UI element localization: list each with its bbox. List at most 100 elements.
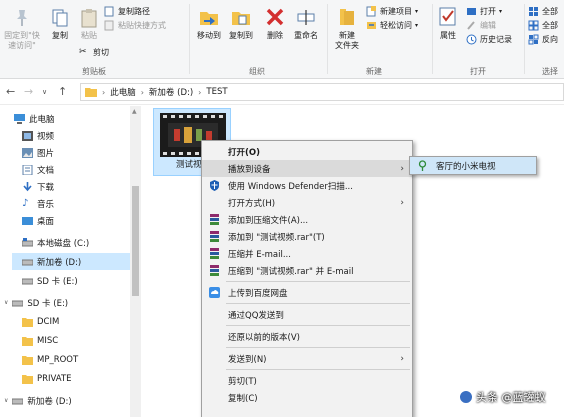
nav-item-documents[interactable]: 文档	[22, 161, 54, 178]
nav-item-label: 视频	[37, 131, 55, 142]
menu-item-cast-to-device[interactable]: 播放到设备 ›	[202, 160, 412, 177]
move-to-label: 移动到	[197, 31, 221, 40]
menu-item-send-to[interactable]: 发送到(N) ›	[202, 350, 412, 367]
nav-item-drive-c[interactable]: 本地磁盘 (C:)	[22, 234, 89, 251]
watermark-text: 头条 @蓝罐蚁	[476, 391, 546, 404]
document-icon	[22, 164, 33, 175]
breadcrumb-test[interactable]: TEST	[206, 87, 227, 97]
select-none-label: 全部	[542, 21, 558, 30]
properties-check-icon	[439, 7, 456, 26]
menu-item-restore-previous[interactable]: 还原以前的版本(V)	[202, 328, 412, 345]
folder-icon	[85, 88, 97, 97]
address-row: ← → ∨ ↑ › 此电脑 › 新加卷 (D:) › TEST	[0, 79, 564, 105]
menu-item-upload-baidu[interactable]: 上传到百度网盘	[202, 284, 412, 301]
delete-label: 删除	[267, 31, 283, 40]
nav-item-drive-d[interactable]: 新加卷 (D:)	[12, 253, 130, 270]
menu-item-add-to-rar[interactable]: 添加到 "测试视频.rar"(T)	[202, 228, 412, 245]
nav-item-label: MISC	[37, 335, 59, 346]
copy-button[interactable]: 复制	[48, 8, 72, 41]
submenu-item-living-room-tv[interactable]: 客厅的小米电视	[410, 157, 536, 174]
scissors-icon: ✂	[79, 47, 87, 57]
delete-button[interactable]: 删除	[262, 6, 288, 41]
nav-scrollbar[interactable]: ▲	[130, 106, 141, 417]
winrar-icon	[210, 248, 219, 259]
copy-to-label: 复制到	[229, 31, 253, 40]
menu-item-cut[interactable]: 剪切(T)	[202, 372, 412, 389]
nav-item-label: MP_ROOT	[37, 354, 79, 365]
nav-item-downloads[interactable]: 下载	[22, 178, 54, 195]
pin-label: 固定到"快 速访问"	[4, 31, 40, 50]
rename-icon	[297, 10, 315, 25]
address-bar[interactable]: › 此电脑 › 新加卷 (D:) › TEST	[80, 83, 564, 101]
copy-path-button[interactable]: 复制路径	[104, 6, 150, 17]
paste-button[interactable]: 粘贴	[76, 8, 102, 41]
copy-path-label: 复制路径	[118, 7, 150, 16]
invert-selection-button[interactable]: 反向	[528, 34, 558, 45]
nav-item-pictures[interactable]: 图片	[22, 144, 54, 161]
properties-button[interactable]: 属性	[436, 6, 460, 41]
menu-item-copy[interactable]: 复制(C)	[202, 389, 412, 406]
copy-path-icon	[104, 6, 114, 17]
drive-icon	[12, 398, 24, 404]
nav-item-label: 文档	[37, 165, 55, 176]
nav-item-videos[interactable]: 视频	[22, 127, 54, 144]
properties-label: 属性	[440, 31, 456, 40]
nav-item-desktop[interactable]: 桌面	[22, 212, 54, 229]
nav-item-sd-card-expanded[interactable]: ∨ SD 卡 (E:)	[4, 294, 68, 311]
scroll-up-icon[interactable]: ▲	[132, 108, 137, 115]
nav-item-drive-d-expanded[interactable]: ∨ 新加卷 (D:)	[4, 392, 72, 409]
menu-item-compress-email[interactable]: 压缩并 E-mail...	[202, 245, 412, 262]
nav-item-mp-root[interactable]: MP_ROOT	[22, 351, 78, 368]
nav-item-dcim[interactable]: DCIM	[22, 313, 59, 330]
paste-label: 粘贴	[81, 31, 97, 40]
edit-button[interactable]: 编辑	[466, 20, 496, 31]
menu-item-label: 通过QQ发送到	[228, 310, 284, 321]
paste-shortcut-label: 粘贴快捷方式	[118, 21, 166, 30]
open-button[interactable]: 打开 ▾	[466, 6, 502, 17]
history-button[interactable]: 历史记录	[466, 34, 512, 45]
menu-item-label: 使用 Windows Defender扫描...	[228, 181, 353, 192]
menu-item-defender-scan[interactable]: 使用 Windows Defender扫描...	[202, 177, 412, 194]
nav-item-misc[interactable]: MISC	[22, 332, 58, 349]
select-none-button[interactable]: 全部	[528, 20, 558, 31]
rename-button[interactable]: 重命名	[290, 6, 322, 41]
nav-item-this-pc[interactable]: 此电脑	[14, 110, 55, 127]
menu-item-add-to-archive[interactable]: 添加到压缩文件(A)...	[202, 211, 412, 228]
new-folder-button[interactable]: 新建 文件夹	[330, 6, 364, 51]
menu-separator	[226, 303, 410, 304]
nav-item-sd-card[interactable]: SD 卡 (E:)	[22, 272, 78, 289]
select-all-button[interactable]: 全部	[528, 6, 558, 17]
move-folder-icon	[200, 12, 218, 25]
copy-to-button[interactable]: 复制到	[226, 6, 256, 41]
scrollbar-thumb[interactable]	[132, 186, 139, 296]
pin-to-quick-access-button[interactable]: 固定到"快 速访问"	[4, 8, 40, 51]
menu-item-send-via-qq[interactable]: 通过QQ发送到	[202, 306, 412, 323]
breadcrumb-drive-d[interactable]: 新加卷 (D:)	[149, 86, 193, 98]
menu-separator	[226, 369, 410, 370]
paste-shortcut-button[interactable]: 粘贴快捷方式	[104, 20, 166, 31]
menu-item-open-with[interactable]: 打开方式(H) ›	[202, 194, 412, 211]
history-icon	[466, 34, 477, 45]
context-menu: 打开(O) 播放到设备 › 使用 Windows Defender扫描... 打…	[201, 140, 413, 417]
forward-arrow-icon[interactable]: →	[24, 85, 33, 98]
history-label: 历史记录	[480, 35, 512, 44]
nav-item-private[interactable]: PRIVATE	[22, 370, 72, 387]
desktop-icon	[22, 216, 33, 225]
easy-access-button[interactable]: 轻松访问 ▾	[366, 20, 418, 31]
up-arrow-icon[interactable]: ↑	[58, 85, 67, 98]
menu-item-open[interactable]: 打开(O)	[202, 143, 412, 160]
recent-locations-chevron-icon[interactable]: ∨	[42, 88, 47, 96]
nav-item-music[interactable]: ♪ 音乐	[22, 195, 54, 212]
menu-separator	[226, 347, 410, 348]
move-to-button[interactable]: 移动到	[194, 6, 224, 41]
menu-item-label: 添加到 "测试视频.rar"(T)	[228, 232, 325, 243]
new-item-button[interactable]: 新建项目 ▾	[366, 6, 418, 17]
breadcrumb-this-pc[interactable]: 此电脑	[110, 86, 136, 98]
menu-item-label: 复制(C)	[228, 393, 258, 404]
nav-item-label: 桌面	[37, 216, 55, 227]
nav-item-label: 本地磁盘 (C:)	[37, 238, 90, 249]
menu-item-compress-rar-email[interactable]: 压缩到 "测试视频.rar" 并 E-mail	[202, 262, 412, 279]
nav-item-label: DCIM	[37, 316, 60, 327]
cut-button[interactable]: ✂ 剪切	[79, 47, 109, 58]
back-arrow-icon[interactable]: ←	[6, 85, 15, 98]
